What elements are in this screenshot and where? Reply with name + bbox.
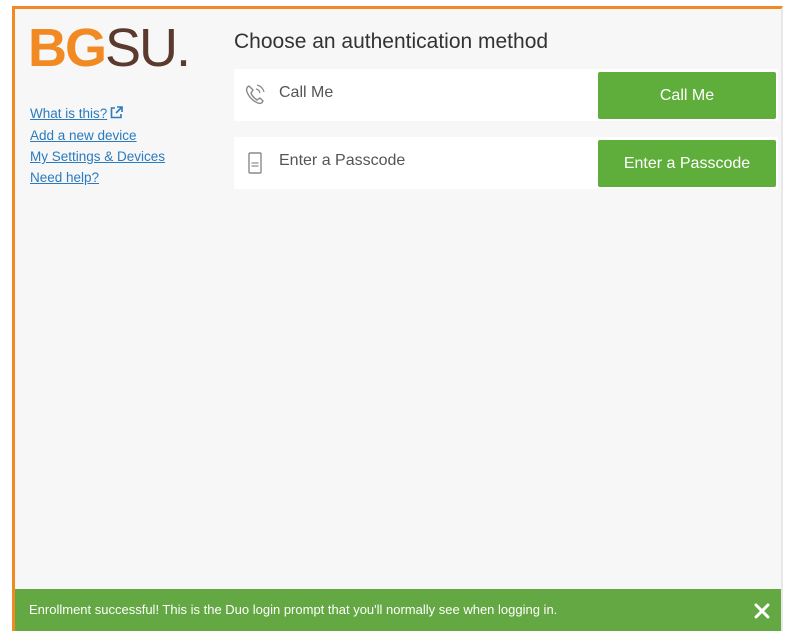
external-link-icon [110, 104, 124, 125]
call-me-label: Call Me [279, 84, 334, 101]
what-is-this-label: What is this? [30, 106, 108, 121]
passcode-label: Enter a Passcode [279, 152, 406, 169]
banner-message: Enrollment successful! This is the Duo l… [29, 602, 558, 617]
enter-passcode-button[interactable]: Enter a Passcode [598, 140, 776, 187]
phone-call-icon [244, 83, 266, 107]
close-icon[interactable] [749, 598, 775, 624]
method-row-passcode: Enter a Passcode Enter a Passcode [234, 137, 778, 189]
sidebar-links: What is this? Add a new device My Settin… [30, 103, 165, 188]
method-row-call-me: Call Me Call Me [234, 69, 778, 121]
my-settings-devices-link[interactable]: My Settings & Devices [30, 146, 165, 167]
what-is-this-link[interactable]: What is this? [30, 103, 165, 125]
page-title: Choose an authentication method [234, 30, 549, 53]
call-me-button[interactable]: Call Me [598, 72, 776, 119]
enrollment-success-banner: Enrollment successful! This is the Duo l… [15, 589, 781, 631]
passcode-device-icon [244, 151, 266, 175]
duo-prompt-frame: BGSU. What is this? Add a new device My … [12, 6, 783, 631]
add-new-device-link[interactable]: Add a new device [30, 125, 165, 146]
logo-bg-text: BG [28, 18, 107, 78]
need-help-link[interactable]: Need help? [30, 167, 165, 188]
bgsu-logo: BGSU. [28, 18, 191, 78]
logo-su-text: SU [105, 18, 178, 78]
logo-dot: . [176, 18, 191, 78]
